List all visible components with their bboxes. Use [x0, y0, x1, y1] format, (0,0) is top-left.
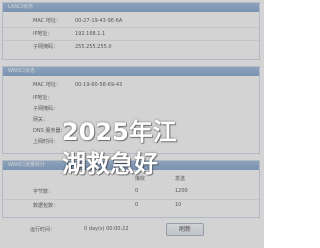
- overlay-text-line1: 2025年江: [62, 118, 177, 146]
- overlay-text-line2: 湖救急好: [62, 150, 158, 178]
